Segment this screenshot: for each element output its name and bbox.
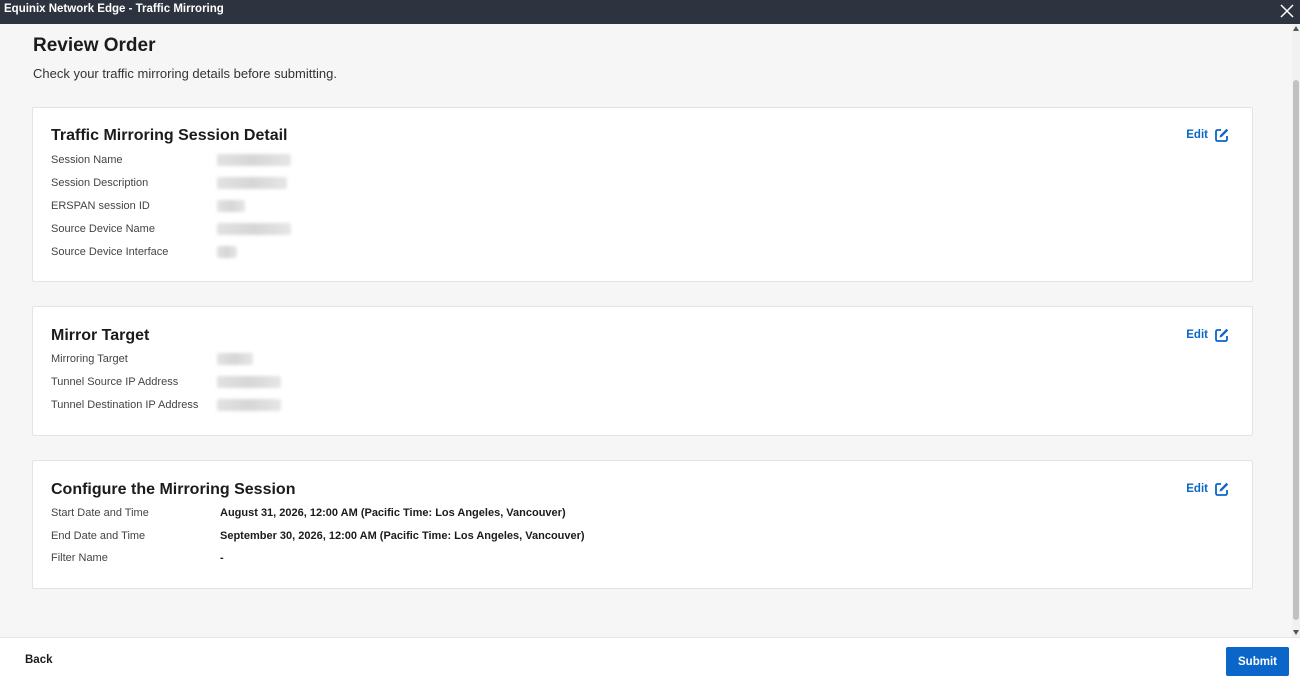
scroll-down-icon[interactable]: [1293, 630, 1299, 635]
window-title: Equinix Network Edge - Traffic Mirroring: [4, 3, 224, 15]
tunnel-destination-ip-row: Tunnel Destination IP Address: [51, 397, 281, 413]
session-description-row: Session Description: [51, 175, 287, 191]
mirror-target-card: Mirror Target Edit Mirroring Target Tunn…: [32, 306, 1253, 436]
edit-icon: [1215, 128, 1229, 142]
field-label: End Date and Time: [51, 530, 146, 542]
edit-label: Edit: [1186, 483, 1208, 495]
content-area: Review Order Check your traffic mirrorin…: [0, 24, 1300, 637]
edit-label: Edit: [1186, 329, 1208, 341]
field-label: Tunnel Source IP Address: [51, 376, 179, 388]
edit-session-detail-button[interactable]: Edit: [1186, 127, 1230, 143]
source-device-interface-row: Source Device Interface: [51, 244, 237, 260]
vertical-scrollbar[interactable]: [1292, 24, 1300, 637]
mirroring-target-row: Mirroring Target: [51, 351, 253, 367]
scrollbar-thumb[interactable]: [1293, 80, 1299, 620]
redacted-value: [217, 353, 253, 365]
redacted-value: [217, 177, 287, 189]
redacted-value: [217, 399, 281, 411]
configure-session-card: Configure the Mirroring Session Edit Sta…: [32, 460, 1253, 589]
session-detail-card: Traffic Mirroring Session Detail Edit Se…: [32, 107, 1253, 282]
tunnel-source-ip-row: Tunnel Source IP Address: [51, 374, 281, 390]
erspan-id-row: ERSPAN session ID: [51, 198, 245, 214]
field-label: Source Device Name: [51, 223, 155, 235]
edit-configure-session-button[interactable]: Edit: [1186, 481, 1230, 497]
end-date-row: End Date and Time September 30, 2026, 12…: [51, 528, 585, 544]
filter-name-row: Filter Name -: [51, 550, 224, 566]
field-label: ERSPAN session ID: [51, 200, 150, 212]
edit-mirror-target-button[interactable]: Edit: [1186, 327, 1230, 343]
session-name-row: Session Name: [51, 152, 291, 168]
back-button[interactable]: Back: [25, 654, 53, 666]
field-label: Tunnel Destination IP Address: [51, 399, 199, 411]
window-titlebar: Equinix Network Edge - Traffic Mirroring: [0, 0, 1300, 24]
field-label: Source Device Interface: [51, 246, 169, 258]
field-label: Start Date and Time: [51, 507, 149, 519]
filter-name-value: -: [220, 552, 224, 564]
footer-bar: Back Submit: [0, 637, 1300, 686]
redacted-value: [217, 154, 291, 166]
redacted-value: [217, 246, 237, 258]
session-detail-title: Traffic Mirroring Session Detail: [51, 127, 288, 144]
field-label: Session Description: [51, 177, 149, 189]
source-device-name-row: Source Device Name: [51, 221, 291, 237]
edit-icon: [1215, 328, 1229, 342]
field-label: Mirroring Target: [51, 353, 128, 365]
end-date-value: September 30, 2026, 12:00 AM (Pacific Ti…: [220, 530, 585, 542]
field-label: Filter Name: [51, 552, 108, 564]
field-label: Session Name: [51, 154, 123, 166]
page-subtitle: Check your traffic mirroring details bef…: [33, 66, 337, 81]
edit-label: Edit: [1186, 129, 1208, 141]
edit-icon: [1215, 482, 1229, 496]
redacted-value: [217, 200, 245, 212]
page-title: Review Order: [33, 35, 156, 56]
close-icon[interactable]: [1278, 2, 1296, 20]
start-date-value: August 31, 2026, 12:00 AM (Pacific Time:…: [220, 507, 566, 519]
redacted-value: [217, 376, 281, 388]
start-date-row: Start Date and Time August 31, 2026, 12:…: [51, 505, 566, 521]
submit-button[interactable]: Submit: [1226, 647, 1289, 676]
configure-session-title: Configure the Mirroring Session: [51, 481, 296, 498]
mirror-target-title: Mirror Target: [51, 327, 150, 344]
redacted-value: [217, 223, 291, 235]
scroll-up-icon[interactable]: [1293, 26, 1299, 31]
